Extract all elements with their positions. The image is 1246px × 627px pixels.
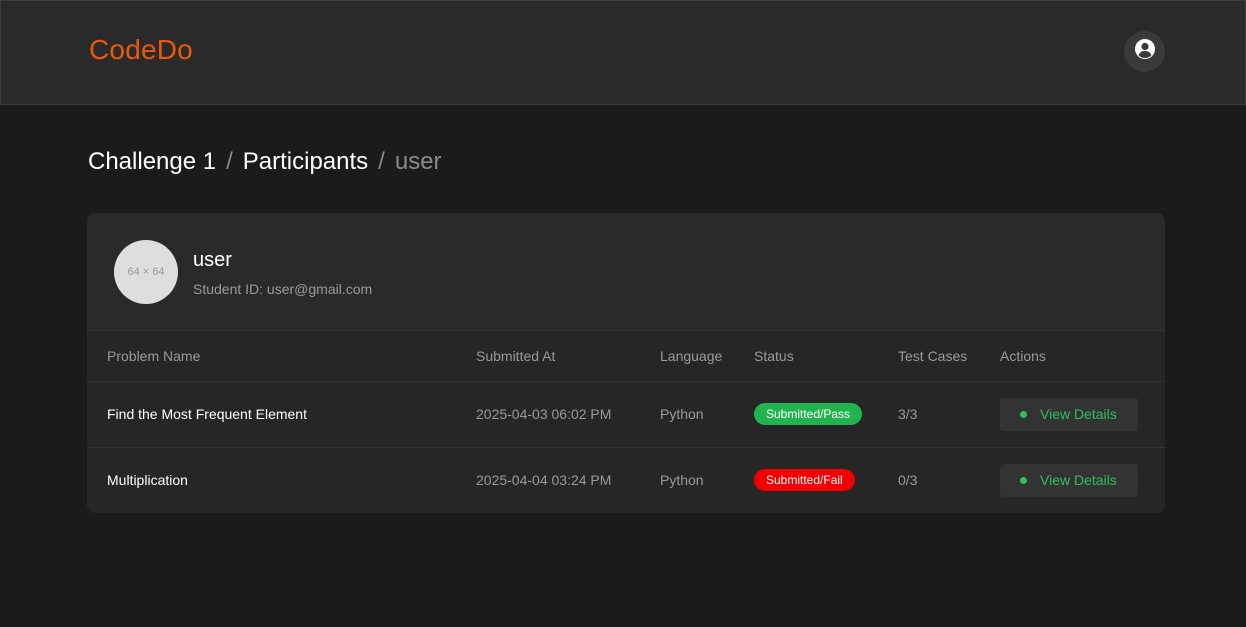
- status-badge: Submitted/Fail: [754, 469, 855, 492]
- submitted-at: 2025-04-03 06:02 PM: [476, 381, 660, 448]
- view-details-label: View Details: [1040, 406, 1117, 422]
- actions-cell: View Details: [1000, 381, 1165, 448]
- language: Python: [660, 381, 754, 448]
- breadcrumb-separator: /: [226, 148, 233, 175]
- table-row: Multiplication 2025-04-04 03:24 PM Pytho…: [87, 447, 1165, 513]
- problem-name: Find the Most Frequent Element: [87, 381, 476, 448]
- status-cell: Submitted/Pass: [754, 381, 898, 448]
- view-details-button[interactable]: View Details: [1000, 397, 1138, 431]
- breadcrumb-challenge[interactable]: Challenge 1: [88, 148, 216, 176]
- test-cases: 0/3: [898, 472, 918, 489]
- status-dot-icon: [1020, 476, 1027, 484]
- breadcrumb: Challenge 1 / Participants / user: [88, 148, 442, 176]
- table-header-row: Problem Name Submitted At Language Statu…: [87, 331, 1165, 382]
- status-badge: Submitted/Pass: [754, 403, 863, 425]
- breadcrumb-participants[interactable]: Participants: [243, 148, 368, 176]
- breadcrumb-separator: /: [378, 148, 385, 175]
- test-cases: 3/3: [898, 381, 1000, 448]
- user-circle-icon: [1134, 38, 1156, 65]
- header-submitted-at: Submitted At: [476, 331, 660, 382]
- profile-header: 64 × 64 user Student ID: user@gmail.com: [87, 213, 1165, 331]
- problem-name: Multiplication: [107, 472, 188, 489]
- student-id: Student ID: user@gmail.com: [193, 281, 373, 297]
- submitted-at: 2025-04-04 03:24 PM: [476, 472, 612, 489]
- header-test-cases: Test Cases: [898, 331, 1000, 382]
- header-problem-name: Problem Name: [87, 331, 476, 382]
- header-language: Language: [660, 331, 754, 382]
- header-actions: Actions: [1000, 331, 1165, 382]
- language: Python: [660, 472, 704, 489]
- submissions-table: Problem Name Submitted At Language Statu…: [87, 331, 1165, 513]
- top-navbar: CodeDo: [0, 0, 1246, 105]
- header-status: Status: [754, 331, 898, 382]
- account-button[interactable]: [1124, 31, 1165, 72]
- participant-card: 64 × 64 user Student ID: user@gmail.com …: [87, 213, 1165, 513]
- brand-logo[interactable]: CodeDo: [89, 34, 193, 66]
- table-row: Find the Most Frequent Element 2025-04-0…: [87, 381, 1165, 448]
- view-details-button[interactable]: View Details: [1000, 463, 1138, 497]
- actions-cell: View Details: [1000, 447, 1165, 513]
- view-details-label: View Details: [1040, 472, 1117, 489]
- avatar: 64 × 64: [114, 240, 178, 304]
- status-dot-icon: [1020, 410, 1027, 418]
- status-cell: Submitted/Fail: [754, 447, 898, 513]
- breadcrumb-current-user: user: [394, 148, 442, 175]
- participant-name: user: [193, 249, 232, 271]
